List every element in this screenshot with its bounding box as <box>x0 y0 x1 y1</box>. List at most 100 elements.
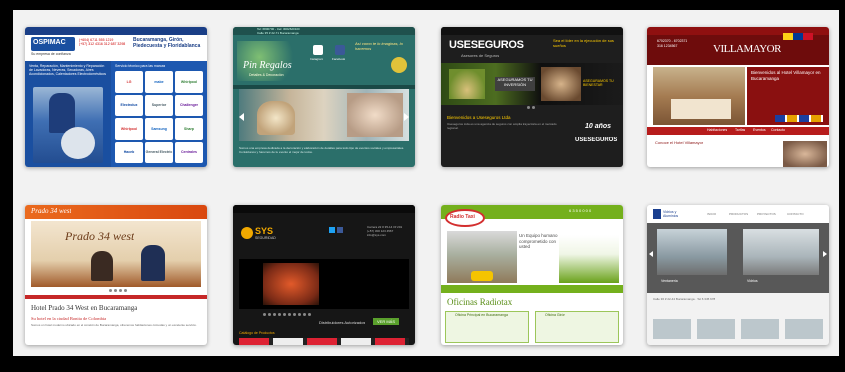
radiotax-phone: 6 3 5 0 0 0 0 <box>569 208 592 213</box>
villa-link-habitaciones[interactable]: Habitaciones <box>707 128 727 132</box>
product-thumbnails <box>239 338 409 345</box>
portfolio-card-pinregalos[interactable]: Tel: 6800700 - Cel: 3002620100 Calle 35 … <box>233 27 415 167</box>
ospimac-left-text: Venta, Reparación, Mantenimiento y Repar… <box>29 64 107 76</box>
villa-footer-title: Conoce el Hotel Villamayor <box>655 140 704 145</box>
portfolio-card-sys[interactable]: SYS SEGURIDAD Carrera 22 # 35-14 Of 201 … <box>233 205 415 345</box>
portfolio-panel: OSPIMAC Su empresa de confianza (+604) 6… <box>13 10 839 356</box>
use-logo-sub: Asesores de Seguros <box>461 53 500 58</box>
prado-red-bar <box>25 295 207 299</box>
pin-icon-label-instagram: Instagram <box>310 57 324 61</box>
vidrios-nav-productos[interactable]: PRODUCTOS <box>729 212 748 216</box>
vidrios-arrow-left-icon[interactable] <box>649 251 653 257</box>
plant-coins-image <box>449 69 485 99</box>
vidrios-caption-b: Vidrios <box>747 279 758 283</box>
brand-tile: General Electric <box>145 141 173 163</box>
radiotax-office-b: Oficina Girón <box>545 313 566 317</box>
instagram-icon[interactable] <box>313 45 323 55</box>
pin-arrow-left-icon[interactable] <box>239 113 244 121</box>
portfolio-card-useseguros[interactable]: USESEGUROS Asesores de Seguros Sea el lí… <box>441 27 623 167</box>
radiotax-taxi <box>471 271 493 281</box>
pin-icon-label-facebook: Facebook <box>332 57 346 61</box>
vidrios-logo: Vidrios y Aluminios <box>663 210 679 218</box>
use-body: Useseguros Ltda es una agencia de seguro… <box>447 123 557 130</box>
radiotax-team-photo <box>559 235 619 283</box>
appliance-drum <box>61 127 95 159</box>
sys-logo-badge <box>241 227 253 239</box>
ospimac-phones: (+604) 6711 555 1219 (+57) 312 4316 312 … <box>79 38 126 46</box>
brand-tile: mabe <box>145 71 173 93</box>
sys-slider-dots[interactable] <box>263 313 311 316</box>
use-slider-dots[interactable] <box>527 106 535 109</box>
radiotax-green-band <box>441 285 623 293</box>
vidrios-photo-b <box>743 229 819 275</box>
prado-logo: Prado 34 west <box>31 207 72 215</box>
twitter-icon[interactable] <box>329 227 335 233</box>
sys-contact: Carrera 22 # 35-14 Of 201 (+57) 300 123 … <box>367 225 403 237</box>
villa-link-contacto[interactable]: Contacto <box>771 128 785 132</box>
portfolio-card-ospimac[interactable]: OSPIMAC Su empresa de confianza (+604) 6… <box>25 27 207 167</box>
villa-staff-photo <box>783 141 827 167</box>
prado-hero-script: Prado 34 west <box>65 229 135 243</box>
pin-promo: Así como te lo imaginas, lo hacemos <box>355 41 403 51</box>
pin-arrow-right-icon[interactable] <box>404 113 409 121</box>
pin-logo: Pin Regalos <box>243 60 292 71</box>
sys-catalog: Catálogo de Productos <box>239 331 275 335</box>
brand-tile: Challenger <box>175 94 203 116</box>
vidrios-arrow-right-icon[interactable] <box>823 251 827 257</box>
radiotax-slogan: Un Equipo humano comprometido con usted <box>519 233 558 249</box>
vidrios-nav-inicio[interactable]: INICIO <box>707 212 716 216</box>
pin-header-text: Tel: 6800700 - Cel: 3002620100 Calle 35 … <box>257 28 300 35</box>
pin-body-text: Somos una empresa dedicada a la decoraci… <box>239 147 405 154</box>
ospimac-right-header: Servicio técnico para las marcas <box>115 64 166 68</box>
portfolio-card-vidrios[interactable]: Vidrios y Aluminios INICIO PRODUCTOS PRO… <box>647 205 829 345</box>
brand-tile: Electrolux <box>115 94 143 116</box>
portfolio-card-prado[interactable]: Prado 34 west Prado 34 west Hotel Prado … <box>25 205 207 345</box>
vidrios-caption-a: Ventaneria <box>661 279 678 283</box>
villa-link-eventos[interactable]: Eventos <box>753 128 766 132</box>
facebook-icon[interactable] <box>337 227 343 233</box>
use-badge-logo: USESEGUROS <box>575 137 618 143</box>
prado-receptionist <box>91 251 113 281</box>
top-nav <box>441 27 623 35</box>
use-badge-years: 10 años <box>585 123 612 130</box>
pin-logo-sub: Detalles & Decoración <box>249 73 284 77</box>
payment-cards-icon <box>775 115 823 122</box>
brand-tile: LG <box>115 71 143 93</box>
use-banner-right: ASEGURAMOS TU BIENESTAR <box>583 79 614 87</box>
facebook-icon[interactable] <box>335 45 345 55</box>
top-nav <box>233 205 415 213</box>
villa-link-tarifas[interactable]: Tarifas <box>735 128 745 132</box>
ospimac-tagline: Su empresa de confianza <box>31 52 71 56</box>
vidrios-photo-a <box>657 229 727 275</box>
brand-tile: Haceb <box>115 141 143 163</box>
radiotax-office-a: Oficina Principal en Bucaramanga <box>455 313 508 317</box>
sys-side-button[interactable]: VER MÁS <box>373 318 400 325</box>
brand-tile: Centrales <box>175 141 203 163</box>
radiotax-logo: Radio Taxi <box>450 214 475 220</box>
prado-slider-dots[interactable] <box>109 289 127 292</box>
hands-image <box>347 93 403 137</box>
villa-flag-icon[interactable] <box>783 33 813 40</box>
vidrios-thumbnails <box>653 319 823 339</box>
vidrios-nav-contacto[interactable]: CONTACTO <box>787 212 804 216</box>
brand-tile: Whirlpool <box>175 71 203 93</box>
use-tag: Sea el líder en la ejecución de sus sueñ… <box>553 38 614 48</box>
brand-grid: LG mabe Whirlpool Electrolux Superior Challen… <box>115 71 203 163</box>
portfolio-card-villamayor[interactable]: 6702370 - 6702371 316 1234567 VILLAMAYOR… <box>647 27 829 167</box>
vidrios-nav-proyectos[interactable]: PROYECTOS <box>757 212 776 216</box>
brand-tile: Whirlpool <box>115 118 143 140</box>
family-photo <box>541 67 581 101</box>
brand-tile: Superior <box>145 94 173 116</box>
brand-tile: Sharp <box>175 118 203 140</box>
portfolio-card-radiotax[interactable]: Radio Taxi 6 3 5 0 0 0 0 Un Equipo human… <box>441 205 623 345</box>
radiotax-offices-title: Oficinas Radiotax <box>447 297 513 307</box>
villa-welcome: Bienvenidos al Hotel Villamayor en Bucar… <box>751 70 821 81</box>
ospimac-city: Bucaramanga, Girón, Piedecuesta y Florid… <box>133 37 201 49</box>
use-logo: USESEGUROS <box>449 39 524 51</box>
prado-subtitle: Su hotel en la ciudad Bonita de Colombia <box>31 316 107 321</box>
pin-badge-icon <box>391 57 407 73</box>
prado-body: Somos un hotel moderno ubicado en el cor… <box>31 324 197 327</box>
villa-phones: 6702370 - 6702371 316 1234567 <box>657 39 688 48</box>
villa-logo: VILLAMAYOR <box>713 43 781 55</box>
vidrios-footer: Calle 36 # 22-44 Bucaramanga · Tel 6 345… <box>653 297 716 301</box>
